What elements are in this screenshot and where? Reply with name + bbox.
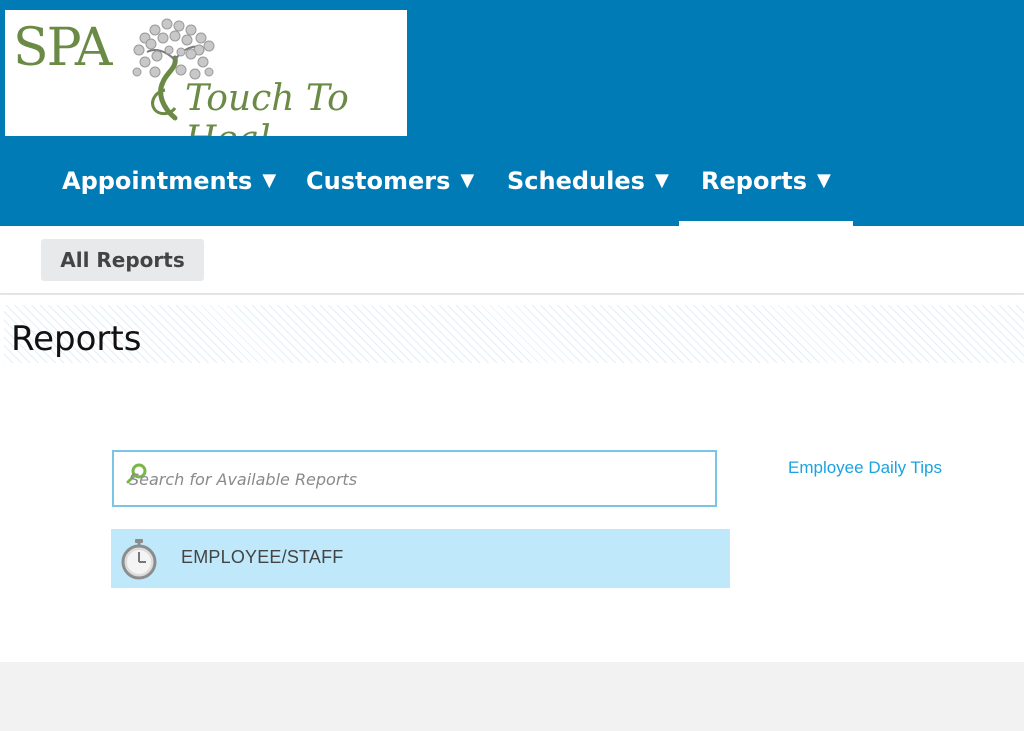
logo[interactable]: SPA Touch To Heal (5, 10, 407, 136)
nav-schedules[interactable]: Schedules ▼ (507, 136, 669, 226)
nav-customers[interactable]: Customers ▼ (306, 136, 474, 226)
search-input[interactable] (129, 460, 709, 498)
nav-schedules-label: Schedules (507, 167, 645, 195)
category-label: EMPLOYEE/STAFF (181, 547, 344, 567)
all-reports-button[interactable]: All Reports (41, 239, 204, 281)
nav-reports-label: Reports (701, 167, 808, 195)
nav-customers-label: Customers (306, 167, 451, 195)
report-search-box[interactable] (112, 450, 717, 507)
nav-appointments-label: Appointments (62, 167, 253, 195)
page-title: Reports (11, 319, 142, 359)
caret-down-icon: ▼ (817, 169, 831, 191)
main-content: Reports Employee Daily Tips EMPLOYEE/STA… (0, 295, 1024, 662)
logo-brand: SPA (13, 18, 112, 78)
report-category-employee-staff[interactable]: EMPLOYEE/STAFF (111, 529, 730, 588)
caret-down-icon: ▼ (654, 169, 669, 191)
nav-reports[interactable]: Reports ▼ (679, 136, 853, 226)
logo-tagline: Touch To Heal (185, 78, 349, 136)
title-band: Reports (4, 305, 1024, 363)
caret-down-icon: ▼ (460, 169, 475, 191)
header: SPA Touch To Heal Appointments ▼ Custome… (0, 0, 1024, 226)
nav-appointments[interactable]: Appointments ▼ (62, 136, 276, 226)
stopwatch-icon (121, 539, 157, 580)
caret-down-icon: ▼ (262, 169, 277, 191)
main-nav: Appointments ▼ Customers ▼ Schedules ▼ R… (0, 136, 1024, 226)
sub-nav-bar: All Reports (0, 226, 1024, 294)
employee-daily-tips-link[interactable]: Employee Daily Tips (788, 458, 942, 478)
